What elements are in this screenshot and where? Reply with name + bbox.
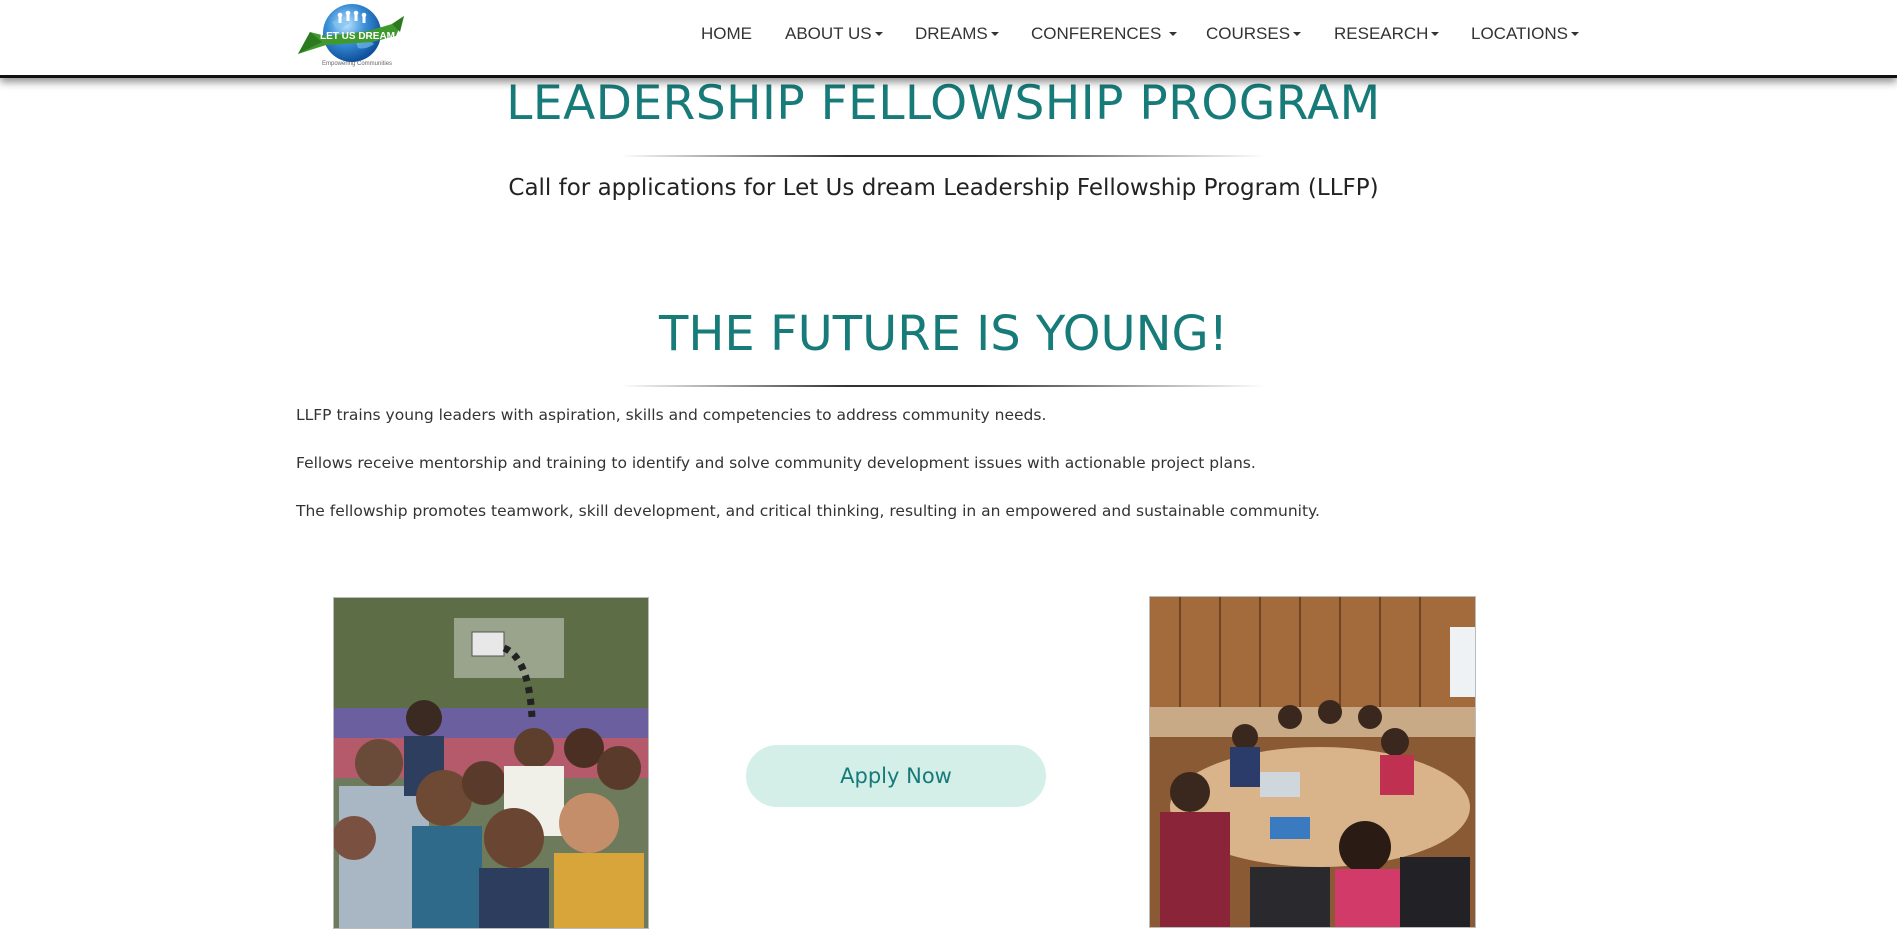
nav-home-label: HOME bbox=[701, 24, 752, 43]
paragraph-2: Fellows receive mentorship and training … bbox=[296, 454, 1256, 472]
nav-courses[interactable]: COURSES bbox=[1206, 24, 1302, 44]
nav-research[interactable]: RESEARCH bbox=[1334, 24, 1440, 44]
nav-conferences-label: CONFERENCES bbox=[1031, 24, 1162, 43]
chevron-down-icon bbox=[1293, 32, 1302, 36]
nav-research-label: RESEARCH bbox=[1334, 24, 1429, 43]
page-title: LEADERSHIP FELLOWSHIP PROGRAM bbox=[506, 76, 1381, 131]
fellows-group-photo bbox=[333, 597, 649, 929]
paragraph-3: The fellowship promotes teamwork, skill … bbox=[296, 502, 1320, 520]
nav-about-us[interactable]: ABOUT US bbox=[785, 24, 883, 44]
chevron-down-icon bbox=[1169, 32, 1178, 36]
top-navbar: LET US DREAM Empowering Communities HOME… bbox=[0, 0, 1897, 78]
nav-locations-label: LOCATIONS bbox=[1471, 24, 1568, 43]
title-divider bbox=[620, 155, 1265, 157]
nav-about-us-label: ABOUT US bbox=[785, 24, 872, 43]
chevron-down-icon bbox=[990, 32, 999, 36]
nav-dreams[interactable]: DREAMS bbox=[915, 24, 999, 44]
page-subtitle: Call for applications for Let Us dream L… bbox=[508, 175, 1379, 201]
section-title: THE FUTURE IS YOUNG! bbox=[659, 306, 1228, 362]
nav-home[interactable]: HOME bbox=[701, 24, 752, 44]
main-nav: HOME ABOUT US DREAMS CONFERENCES COURSES… bbox=[0, 24, 1897, 46]
logo-tagline: Empowering Communities bbox=[322, 61, 393, 67]
nav-dreams-label: DREAMS bbox=[915, 24, 988, 43]
nav-locations[interactable]: LOCATIONS bbox=[1471, 24, 1579, 44]
nav-courses-label: COURSES bbox=[1206, 24, 1291, 43]
paragraph-1: LLFP trains young leaders with aspiratio… bbox=[296, 406, 1047, 424]
apply-now-button[interactable]: Apply Now bbox=[746, 745, 1046, 807]
fellows-meeting-photo bbox=[1149, 596, 1476, 928]
chevron-down-icon bbox=[1570, 32, 1579, 36]
nav-conferences[interactable]: CONFERENCES bbox=[1031, 24, 1178, 44]
chevron-down-icon bbox=[874, 32, 883, 36]
section-divider bbox=[620, 385, 1265, 387]
chevron-down-icon bbox=[1431, 32, 1440, 36]
